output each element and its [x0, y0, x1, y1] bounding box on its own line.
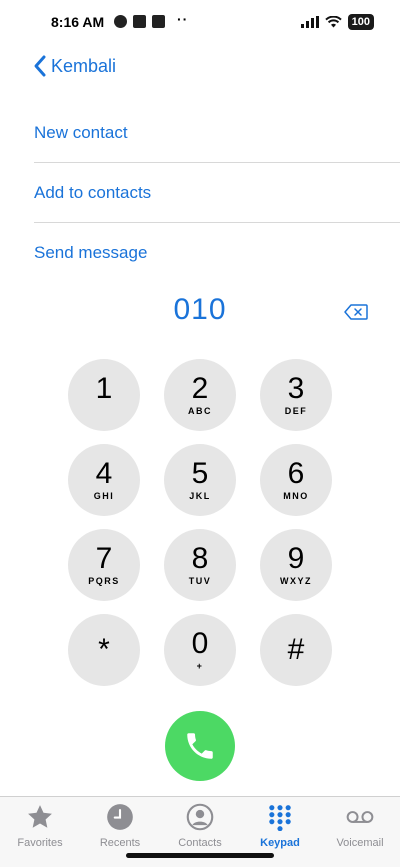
key-letters: PQRS [88, 576, 120, 586]
key-0[interactable]: 0 + [164, 614, 236, 686]
key-digit: 7 [95, 542, 113, 575]
person-circle-icon [186, 803, 214, 831]
tab-label: Favorites [17, 837, 63, 849]
key-digit: 6 [287, 457, 305, 490]
status-system-icons: 100 [300, 14, 374, 30]
number-actions-list: New contact Add to contacts Send message [0, 103, 400, 282]
key-8[interactable]: 8 TUV [164, 529, 236, 601]
key-letters: GHI [93, 491, 115, 501]
key-letters: TUV [188, 576, 212, 586]
cellular-signal-icon [300, 16, 319, 28]
status-time: 8:16 AM [51, 14, 105, 30]
notification-app-icon [114, 15, 127, 28]
voicemail-icon [346, 803, 374, 831]
clock-icon [106, 803, 134, 831]
key-digit: 5 [191, 457, 209, 490]
key-4[interactable]: 4 GHI [68, 444, 140, 516]
more-notifications-icon: ·· [177, 10, 189, 27]
key-6[interactable]: 6 MNO [260, 444, 332, 516]
send-message-button[interactable]: Send message [0, 223, 400, 282]
tab-label: Keypad [260, 837, 300, 849]
tab-label: Voicemail [336, 837, 384, 849]
tab-voicemail[interactable]: Voicemail [320, 797, 400, 867]
key-1[interactable]: 1 [68, 359, 140, 431]
key-3[interactable]: 3 DEF [260, 359, 332, 431]
home-indicator [126, 853, 274, 858]
keypad-grid-icon [266, 803, 294, 831]
tab-label: Contacts [178, 837, 222, 849]
key-digit: 9 [287, 542, 305, 575]
key-9[interactable]: 9 WXYZ [260, 529, 332, 601]
phone-icon [187, 733, 213, 759]
new-contact-button[interactable]: New contact [0, 103, 400, 162]
tab-label: Recents [99, 837, 141, 849]
key-star[interactable]: * [68, 614, 140, 686]
back-label: Kembali [51, 55, 117, 76]
star-icon [26, 803, 54, 831]
key-letters: JKL [189, 491, 211, 501]
key-7[interactable]: 7 PQRS [68, 529, 140, 601]
key-letters: ABC [188, 406, 212, 416]
key-digit: * [98, 633, 110, 666]
key-digit: 8 [191, 542, 209, 575]
keypad: 1 2 ABC 3 DEF 4 GHI 5 JKL 6 MNO 7 PQRS 8… [68, 359, 332, 686]
wifi-icon [324, 16, 342, 28]
key-digit: 4 [95, 457, 113, 490]
key-letters: WXYZ [280, 576, 312, 586]
key-letters: DEF [284, 406, 308, 416]
tab-favorites[interactable]: Favorites [0, 797, 80, 867]
key-digit: # [287, 633, 305, 666]
notification-upload-icon [152, 15, 165, 28]
chevron-left-icon [34, 55, 46, 77]
key-2[interactable]: 2 ABC [164, 359, 236, 431]
dialed-number-display: 010 [173, 293, 227, 326]
key-digit: 1 [95, 372, 113, 405]
status-bar: 8:16 AM ·· 100 [0, 0, 400, 44]
key-letters: MNO [283, 491, 309, 501]
backspace-icon[interactable] [344, 304, 368, 320]
status-notification-icons: ·· [114, 11, 188, 28]
notification-square-icon [133, 15, 146, 28]
add-to-contacts-button[interactable]: Add to contacts [0, 163, 400, 222]
key-digit: 3 [287, 372, 305, 405]
back-button[interactable]: Kembali [32, 54, 116, 78]
key-5[interactable]: 5 JKL [164, 444, 236, 516]
battery-indicator: 100 [347, 14, 374, 30]
key-digit: 2 [191, 372, 209, 405]
key-hash[interactable]: # [260, 614, 332, 686]
key-digit: 0 [191, 627, 209, 660]
key-letters: + [196, 661, 204, 671]
call-button[interactable] [165, 711, 235, 781]
